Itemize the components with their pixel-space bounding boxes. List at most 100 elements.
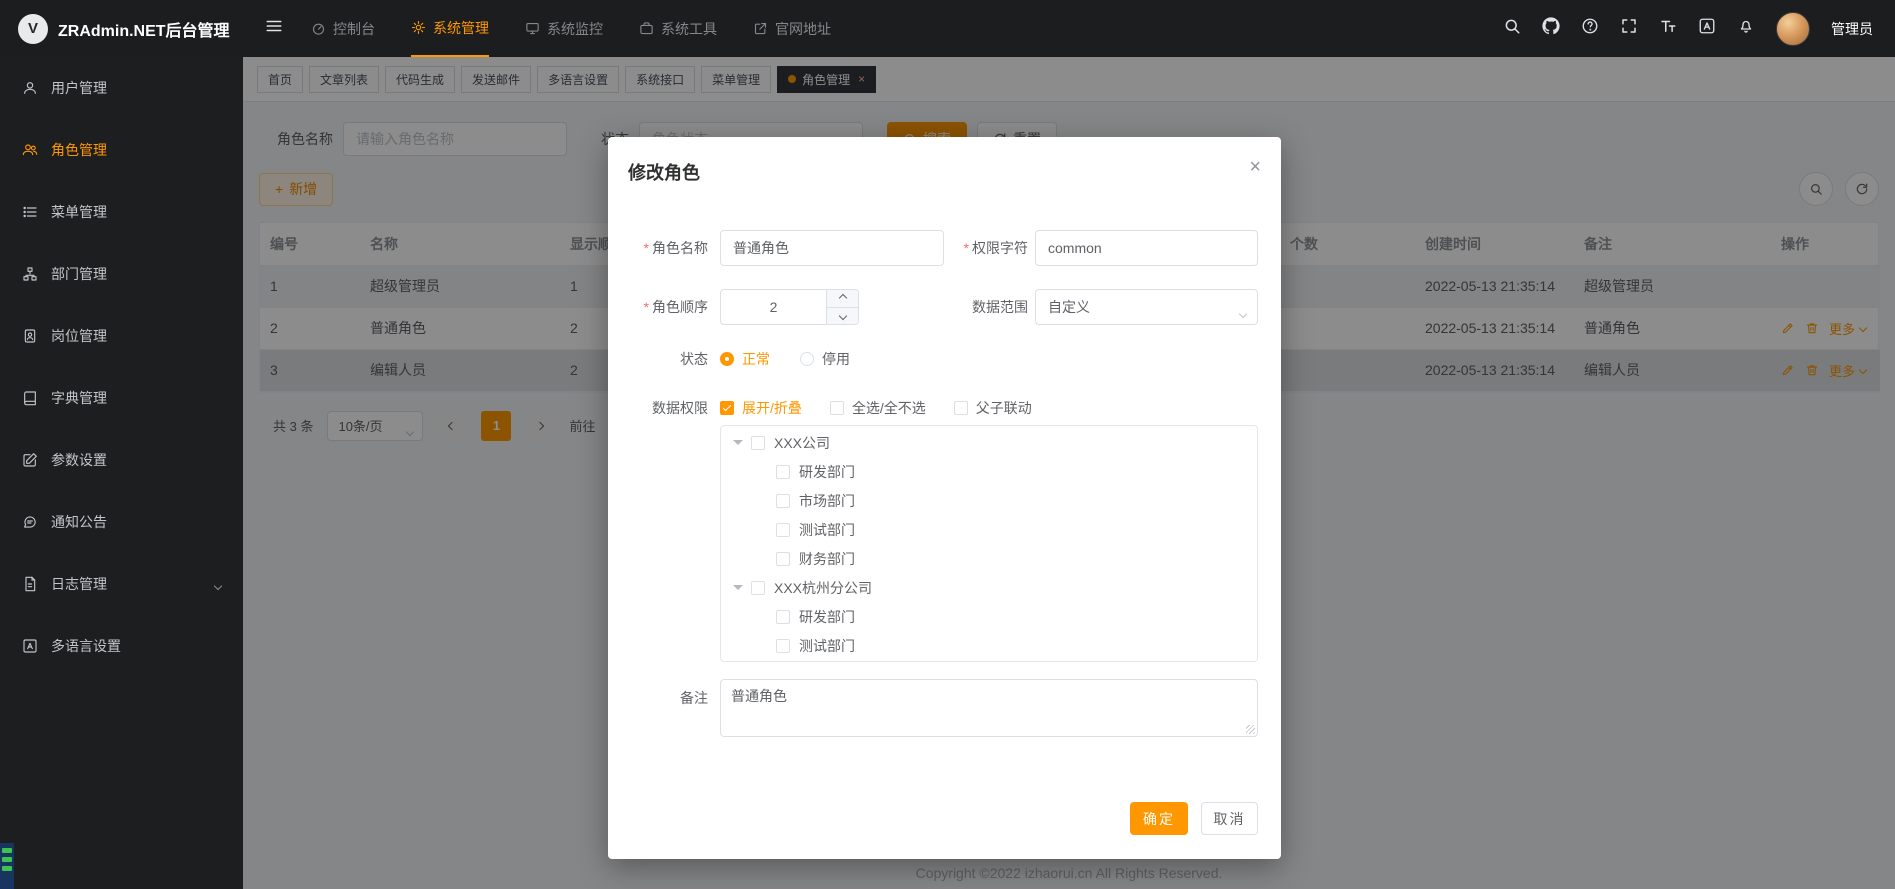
- user-avatar[interactable]: [1776, 12, 1810, 46]
- language-icon[interactable]: [1698, 17, 1716, 40]
- hamburger-icon[interactable]: [265, 17, 283, 40]
- tree-checkbox[interactable]: [776, 552, 790, 566]
- tree-node[interactable]: 研发部门: [721, 457, 1257, 486]
- nav-item-website[interactable]: 官网地址: [753, 0, 831, 57]
- tree-node-label: 研发部门: [799, 607, 855, 627]
- sidebar-item-label: 参数设置: [51, 450, 107, 470]
- tree-node[interactable]: XXX杭州分公司: [721, 573, 1257, 602]
- increase-button[interactable]: [827, 290, 858, 308]
- decrease-button[interactable]: [827, 308, 858, 325]
- dashboard-icon: [311, 21, 326, 36]
- list-icon: [22, 204, 38, 220]
- status-radio-normal[interactable]: 正常: [720, 349, 770, 369]
- sidebar-item-param[interactable]: 参数设置: [0, 429, 243, 491]
- perm-expand-checkbox[interactable]: 展开/折叠: [720, 398, 802, 418]
- tree-node[interactable]: XXX公司: [721, 428, 1257, 457]
- tree-node[interactable]: 测试部门: [721, 631, 1257, 660]
- perm-check-group: 展开/折叠 全选/全不选 父子联动: [720, 398, 1032, 418]
- nav-item-system-manage[interactable]: 系统管理: [411, 0, 489, 57]
- radio-label: 正常: [742, 349, 770, 369]
- nav-label: 系统监控: [547, 19, 603, 39]
- tree-node-label: 市场部门: [799, 491, 855, 511]
- nav-item-system-monitor[interactable]: 系统监控: [525, 0, 603, 57]
- sidebar-item-post[interactable]: 岗位管理: [0, 305, 243, 367]
- nav-item-console[interactable]: 控制台: [311, 0, 375, 57]
- tree-node[interactable]: 研发部门: [721, 602, 1257, 631]
- tree-node[interactable]: 测试部门: [721, 515, 1257, 544]
- fullscreen-icon[interactable]: [1620, 17, 1638, 40]
- header-actions: 管理员: [1503, 12, 1895, 46]
- sidebar-item-label: 用户管理: [51, 78, 107, 98]
- sidebar-item-label: 角色管理: [51, 140, 107, 160]
- sidebar-item-label: 多语言设置: [51, 636, 121, 656]
- cancel-button[interactable]: 取消: [1201, 802, 1258, 835]
- bell-icon[interactable]: [1737, 17, 1755, 40]
- remark-textarea-wrap: 普通角色: [720, 679, 1258, 737]
- nav-label: 控制台: [333, 19, 375, 39]
- data-perm-label: 数据权限: [608, 398, 720, 418]
- sidebar-item-role[interactable]: 角色管理: [0, 119, 243, 181]
- dialog-close-icon[interactable]: ×: [1249, 157, 1261, 177]
- github-icon[interactable]: [1542, 17, 1560, 40]
- role-key-input[interactable]: [1035, 230, 1258, 266]
- window-preview-thumbnail[interactable]: [0, 843, 14, 889]
- thumbnail-bar: [2, 848, 12, 853]
- checkbox-label: 全选/全不选: [852, 398, 926, 418]
- tree-checkbox[interactable]: [776, 523, 790, 537]
- tree-checkbox[interactable]: [776, 465, 790, 479]
- data-scope-value: 自定义: [1048, 297, 1090, 317]
- sidebar-item-menu[interactable]: 菜单管理: [0, 181, 243, 243]
- font-size-icon[interactable]: [1659, 17, 1677, 40]
- search-icon[interactable]: [1503, 17, 1521, 40]
- radio-label: 停用: [822, 349, 850, 369]
- tree-checkbox[interactable]: [751, 436, 765, 450]
- book-icon: [22, 390, 38, 406]
- app-title: ZRAdmin.NET后台管理: [58, 17, 230, 41]
- top-header: V ZRAdmin.NET后台管理 控制台 系统管理 系统监控 系统工具 官网地…: [0, 0, 1895, 57]
- gear-icon: [411, 20, 426, 35]
- nav-label: 系统管理: [433, 18, 489, 38]
- perm-selectall-checkbox[interactable]: 全选/全不选: [830, 398, 926, 418]
- tree-checkbox[interactable]: [776, 610, 790, 624]
- role-sort-stepper[interactable]: [720, 289, 859, 325]
- sidebar-item-dept[interactable]: 部门管理: [0, 243, 243, 305]
- sidebar-item-log[interactable]: 日志管理: [0, 553, 243, 615]
- data-scope-select[interactable]: 自定义: [1035, 289, 1258, 325]
- username[interactable]: 管理员: [1831, 19, 1873, 39]
- sidebar-item-i18n[interactable]: 多语言设置: [0, 615, 243, 677]
- row-data-perm: 数据权限 展开/折叠 全选/全不选 父子联动: [608, 398, 1258, 418]
- caret-down-icon[interactable]: [733, 585, 743, 595]
- role-key-label: *权限字符: [944, 238, 1035, 258]
- nav-item-system-tools[interactable]: 系统工具: [639, 0, 717, 57]
- id-badge-icon: [22, 328, 38, 344]
- sidebar-item-notice[interactable]: 通知公告: [0, 491, 243, 553]
- remark-label: 备注: [608, 679, 720, 708]
- edit-role-dialog: 修改角色 × *角色名称 *权限字符 *角色顺序 数据范围 自定义 状态 正常: [608, 137, 1281, 859]
- edit-square-icon: [22, 452, 38, 468]
- required-asterisk: *: [644, 299, 649, 315]
- resize-handle-icon[interactable]: [1246, 725, 1255, 734]
- thumbnail-bar: [2, 866, 12, 871]
- sidebar-item-user[interactable]: 用户管理: [0, 57, 243, 119]
- tree-node[interactable]: 市场部门: [721, 486, 1257, 515]
- sidebar-item-dict[interactable]: 字典管理: [0, 367, 243, 429]
- role-sort-label: *角色顺序: [608, 297, 720, 317]
- tree-node-label: 测试部门: [799, 520, 855, 540]
- language-square-icon: [22, 638, 38, 654]
- dept-tree: XXX公司 研发部门 市场部门 测试部门 财务部门 XXX杭州分公司 研发部门: [720, 425, 1258, 662]
- role-name-input[interactable]: [720, 230, 944, 266]
- tree-checkbox[interactable]: [776, 639, 790, 653]
- tree-checkbox[interactable]: [776, 494, 790, 508]
- help-icon[interactable]: [1581, 17, 1599, 40]
- tree-checkbox[interactable]: [751, 581, 765, 595]
- perm-linkage-checkbox[interactable]: 父子联动: [954, 398, 1032, 418]
- tree-node[interactable]: 财务部门: [721, 544, 1257, 573]
- remark-textarea[interactable]: 普通角色: [720, 679, 1258, 737]
- external-link-icon: [753, 21, 768, 36]
- chevron-down-icon: [838, 312, 846, 320]
- status-radio-disabled[interactable]: 停用: [800, 349, 850, 369]
- app-logo: V: [18, 14, 48, 44]
- caret-down-icon[interactable]: [733, 440, 743, 450]
- confirm-button[interactable]: 确定: [1130, 802, 1188, 835]
- radio-unchecked-icon: [800, 352, 814, 366]
